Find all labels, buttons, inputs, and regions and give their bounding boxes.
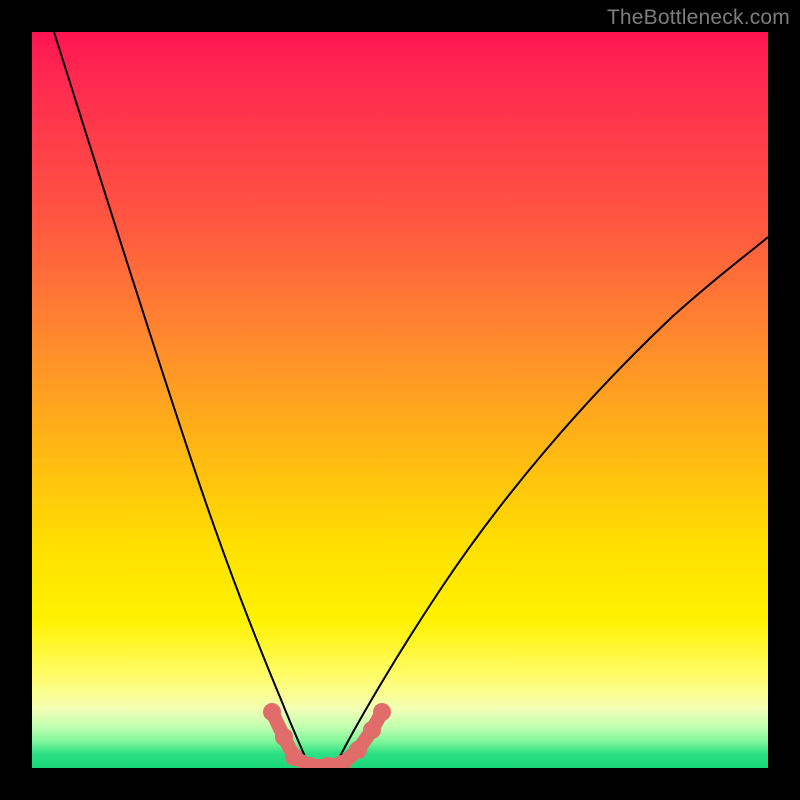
marker-dot	[275, 728, 293, 746]
marker-dot	[349, 741, 367, 759]
watermark-text: TheBottleneck.com	[607, 6, 790, 30]
left-curve-line	[54, 32, 310, 768]
right-curve-line	[334, 237, 768, 768]
chart-plot-area	[32, 32, 768, 768]
marker-dot	[373, 703, 391, 721]
marker-dot	[363, 721, 381, 739]
outer-frame: TheBottleneck.com	[0, 0, 800, 800]
marker-dot	[285, 748, 303, 766]
chart-svg	[32, 32, 768, 768]
marker-dot	[263, 703, 281, 721]
